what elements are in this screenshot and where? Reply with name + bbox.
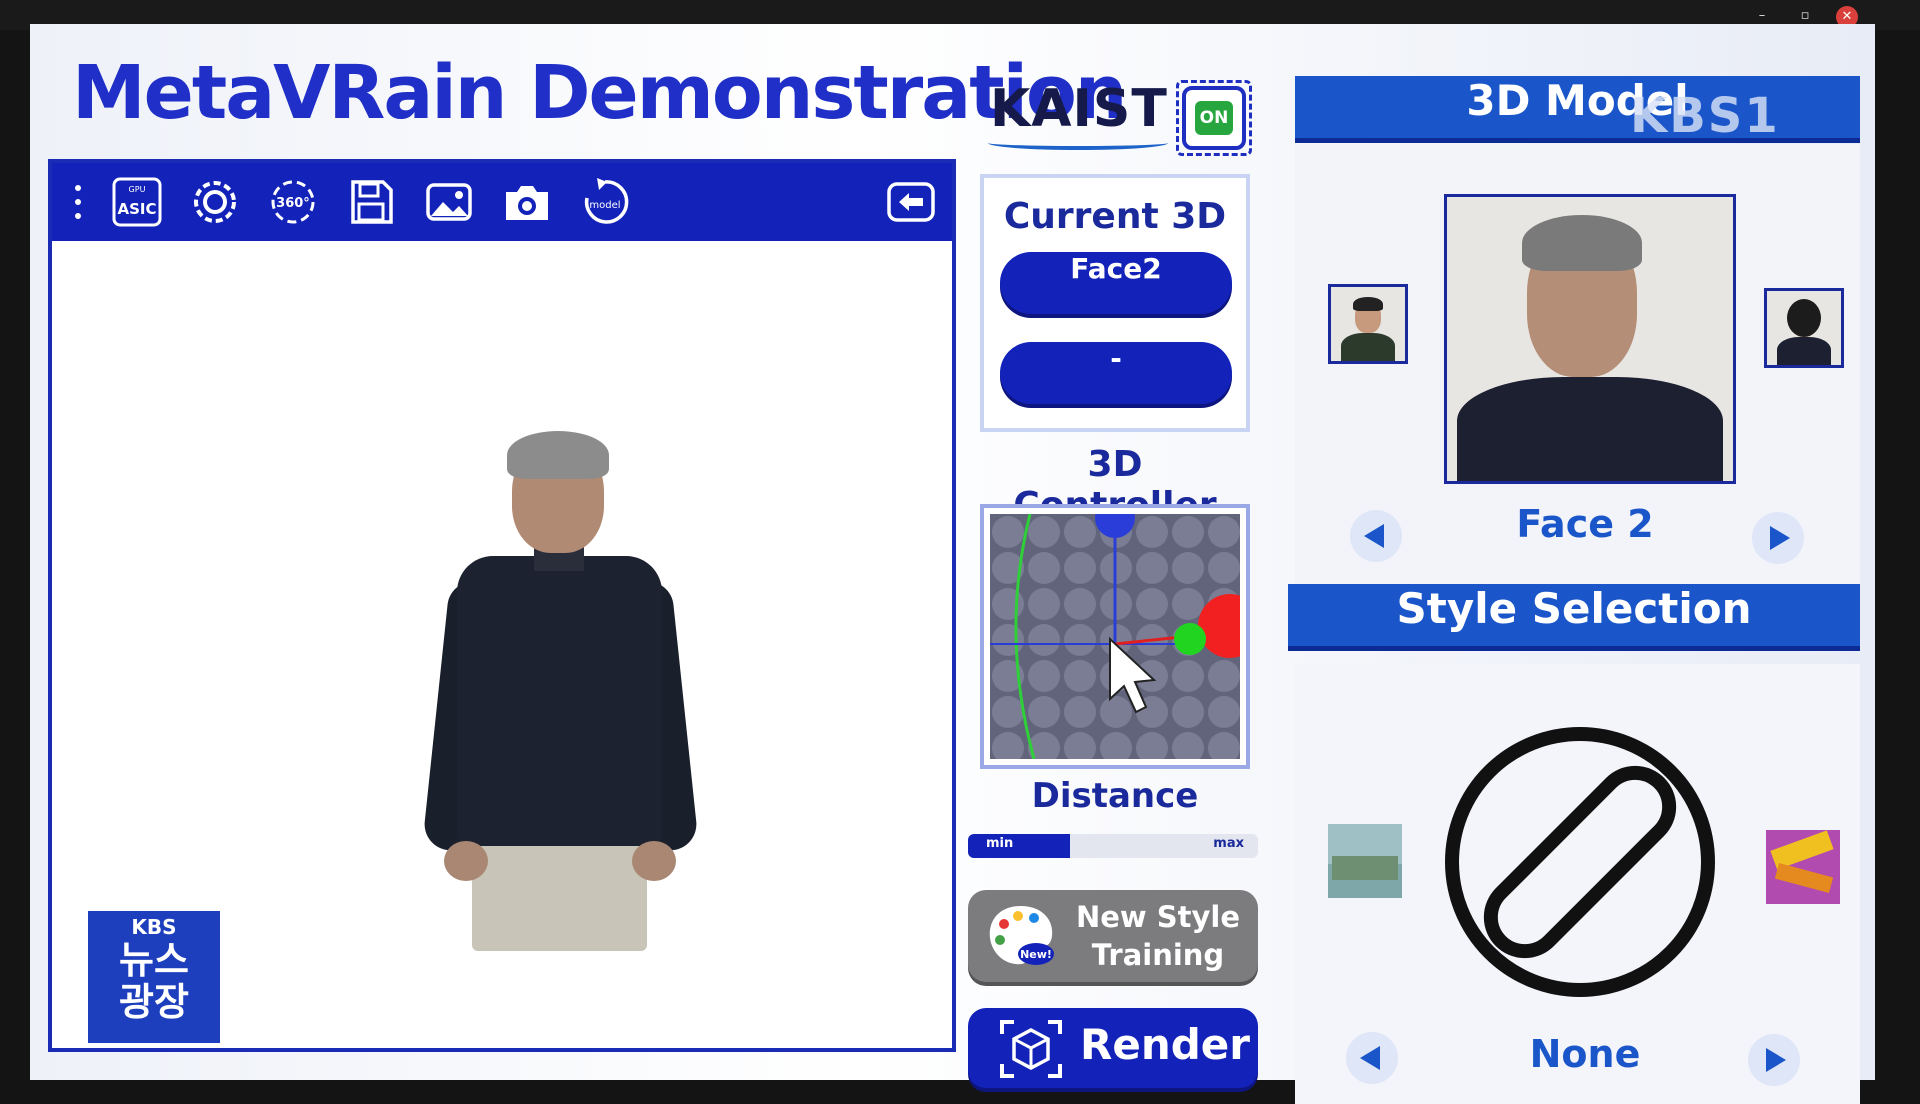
new-badge: New!	[1020, 948, 1052, 961]
current-3d-panel: Current 3D Face2 -	[980, 174, 1250, 432]
settings-icon	[194, 181, 236, 223]
distance-slider-fill	[968, 834, 1070, 858]
model-pants	[472, 841, 647, 951]
model-thumbnail-next[interactable]	[1764, 288, 1844, 368]
new-style-label-line1: New Style	[1075, 900, 1241, 934]
app-title: MetaVRain Demonstration	[72, 50, 1127, 136]
current-3d-slot-2[interactable]: -	[1000, 342, 1232, 404]
gpu-asic-icon: GPU ASIC	[112, 177, 162, 227]
back-arrow-icon	[887, 182, 935, 222]
style-panel-title: Style Selection	[1288, 584, 1860, 651]
chip-status-icon: ON	[1176, 80, 1252, 156]
render-label: Render	[1080, 1020, 1250, 1069]
more-vertical-icon[interactable]	[58, 173, 98, 231]
reset-model-label: model	[589, 200, 620, 211]
app-window: MetaVRain Demonstration KAIST ON GPU ASI…	[30, 24, 1875, 1104]
gpu-asic-button[interactable]: GPU ASIC	[108, 173, 166, 231]
restore-icon[interactable]: ▫	[1795, 6, 1815, 26]
camera-icon	[506, 186, 548, 220]
image-button[interactable]	[420, 173, 478, 231]
style-next-arrow-icon[interactable]	[1748, 1034, 1800, 1086]
viewport-toolbar: GPU ASIC 360° model	[52, 163, 952, 241]
broadcast-logo: KBS 뉴스 광장	[88, 911, 220, 1043]
reset-model-icon: model	[584, 178, 629, 224]
render-cube-icon	[1000, 1020, 1062, 1078]
3d-render-canvas[interactable]: KBS 뉴스 광장	[52, 241, 952, 1048]
kaist-logo: KAIST	[990, 79, 1168, 139]
style-prev-arrow-icon[interactable]	[1346, 1032, 1398, 1084]
asic-label: ASIC	[117, 200, 156, 218]
selected-style-name: None	[1529, 1032, 1641, 1076]
rotate-360-label: 360°	[276, 196, 310, 211]
model-thumbnail-prev[interactable]	[1328, 284, 1408, 364]
distance-slider[interactable]: min max	[968, 834, 1258, 858]
palette-icon: New!	[989, 906, 1054, 965]
current-3d-title: Current 3D	[1003, 196, 1227, 237]
reset-model-button[interactable]: model	[576, 173, 634, 231]
program-name-line1: 뉴스	[119, 938, 189, 982]
back-button[interactable]	[882, 173, 940, 231]
model-right-hand	[632, 841, 676, 881]
no-style-icon	[1445, 727, 1715, 997]
rotate-360-button[interactable]: 360°	[264, 173, 322, 231]
controller-gizmo-view[interactable]	[990, 514, 1240, 759]
model-torso	[457, 556, 662, 846]
distance-title: Distance	[1031, 776, 1199, 816]
selected-model-name: Face 2	[1516, 502, 1654, 546]
model-left-hand	[444, 841, 488, 881]
chip-on-label: ON	[1195, 101, 1233, 135]
kaist-logo-swoosh	[988, 136, 1168, 150]
gizmo-y-handle[interactable]	[1174, 623, 1206, 655]
model-preview-main	[1444, 194, 1736, 484]
new-style-label-line2: Training	[1091, 938, 1225, 972]
broadcast-watermark: KBS1	[1630, 88, 1780, 144]
image-icon	[426, 183, 472, 221]
distance-max-label: max	[1213, 836, 1244, 851]
gpu-label: GPU	[129, 185, 146, 194]
settings-button[interactable]	[186, 173, 244, 231]
3d-controller[interactable]	[980, 504, 1250, 769]
style-thumbnail-prev[interactable]	[1328, 824, 1402, 898]
style-thumbnail-next[interactable]	[1766, 830, 1840, 904]
current-3d-slot-1[interactable]: Face2	[1000, 252, 1232, 314]
rotate-360-icon: 360°	[271, 180, 315, 224]
distance-min-label: min	[986, 836, 1014, 851]
render-viewport[interactable]: GPU ASIC 360° model KBS 뉴스 광장	[48, 159, 956, 1052]
broadcaster-label: KBS	[131, 915, 177, 939]
model-prev-arrow-icon[interactable]	[1350, 510, 1402, 562]
save-icon	[351, 180, 393, 224]
save-button[interactable]	[342, 173, 400, 231]
model-next-arrow-icon[interactable]	[1752, 512, 1804, 564]
render-button[interactable]: Render	[968, 1008, 1258, 1088]
model-hair	[507, 431, 609, 479]
camera-button[interactable]	[498, 173, 556, 231]
new-style-training-button[interactable]: New! New Style Training	[968, 890, 1258, 982]
program-name-line2: 광장	[119, 980, 189, 1024]
minimize-icon[interactable]: –	[1752, 6, 1772, 26]
